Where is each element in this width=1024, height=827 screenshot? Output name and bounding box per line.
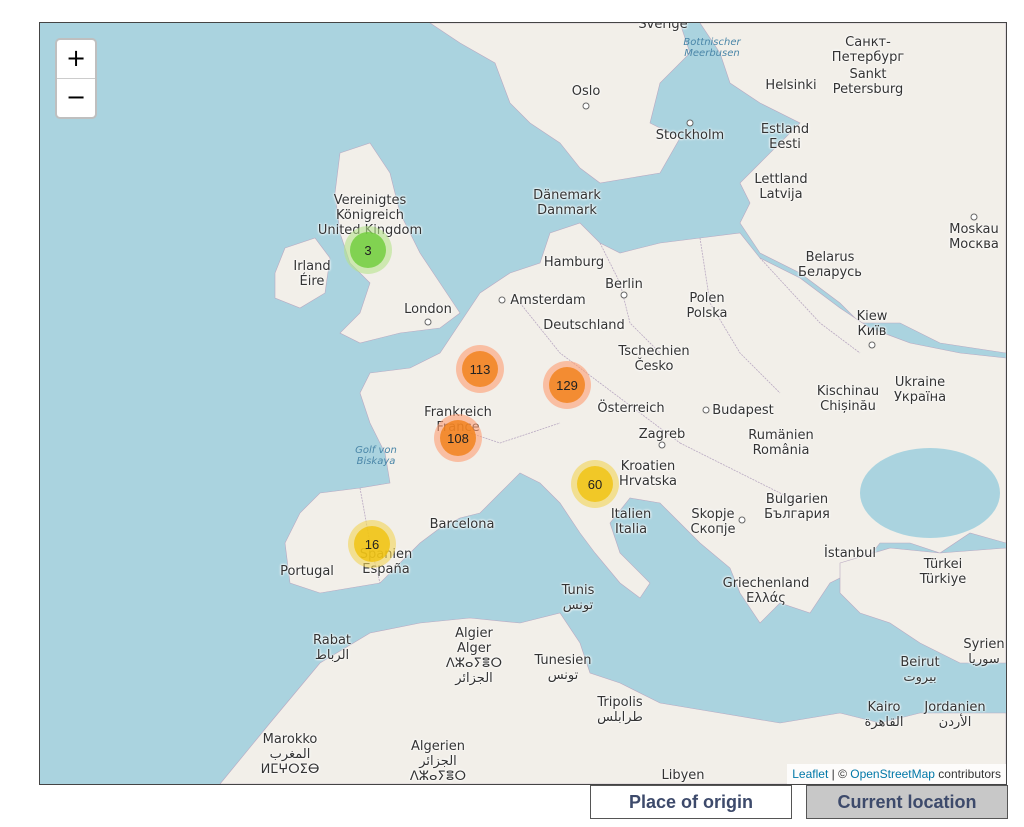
location-toggle: Place of origin Current location — [590, 785, 1008, 819]
current-location-button[interactable]: Current location — [806, 785, 1008, 819]
label-sankt-petersburg: Sankt Petersburg — [832, 67, 904, 97]
cluster-count: 60 — [577, 466, 613, 502]
label-budapest: Budapest — [712, 403, 774, 418]
label-sverige: Sverige — [638, 22, 688, 32]
cluster-count: 129 — [549, 367, 585, 403]
map-container[interactable]: + − Sverige Bottnischer Meerbusen Санкт-… — [39, 22, 1007, 785]
label-polen: Polen Polska — [686, 291, 728, 321]
label-barcelona: Barcelona — [429, 517, 495, 532]
label-rumanien: Rumänien România — [748, 428, 814, 458]
label-kiew: Kiew Київ — [856, 309, 888, 339]
cluster-marker-spain[interactable]: 16 — [348, 520, 396, 568]
openstreetmap-link[interactable]: OpenStreetMap — [850, 767, 935, 781]
place-of-origin-button[interactable]: Place of origin — [590, 785, 792, 819]
zoom-out-button[interactable]: − — [57, 79, 95, 117]
label-libyen: Libyen — [661, 768, 705, 783]
attribution-contributors: contributors — [934, 767, 1001, 781]
label-golf-von-biskaya: Golf von Biskaya — [355, 445, 397, 467]
city-dot — [738, 516, 746, 524]
cluster-count: 113 — [462, 351, 498, 387]
cluster-marker-france-center[interactable]: 108 — [434, 414, 482, 462]
zoom-control: + − — [55, 38, 97, 119]
label-italien: Italien Italia — [610, 507, 652, 537]
leaflet-link[interactable]: Leaflet — [792, 767, 828, 781]
label-syrien: Syrien سوريا — [963, 637, 1005, 667]
label-danemark: Dänemark Danmark — [533, 188, 601, 218]
map-attribution: Leaflet | © OpenStreetMap contributors — [787, 764, 1006, 784]
label-kairo: Kairo القاهرة — [864, 700, 904, 730]
label-bulgarien: Bulgarien България — [764, 492, 830, 522]
label-osterreich: Österreich — [597, 401, 665, 416]
attribution-separator: | © — [828, 767, 851, 781]
cluster-marker-uk[interactable]: 3 — [344, 226, 392, 274]
label-estland: Estland Eesti — [760, 122, 810, 152]
label-berlin: Berlin — [605, 277, 643, 292]
cluster-count: 108 — [440, 420, 476, 456]
cluster-marker-italy[interactable]: 60 — [571, 460, 619, 508]
label-beirut: Beirut بيروت — [900, 655, 940, 685]
label-ukraine: Ukraine Україна — [893, 375, 947, 405]
label-tunesien: Tunesien تونس — [534, 653, 592, 683]
city-dot — [582, 102, 590, 110]
label-stockholm: Stockholm — [655, 128, 725, 143]
label-algerien: Algerien الجزائر ⴷⵣⴰⵢⴻⵔ — [409, 739, 467, 784]
city-dot — [424, 318, 432, 326]
label-istanbul: İstanbul — [823, 546, 877, 561]
label-zagreb: Zagreb — [638, 427, 686, 442]
label-deutschland: Deutschland — [543, 318, 625, 333]
label-amsterdam: Amsterdam — [510, 293, 586, 308]
label-belarus: Belarus Беларусь — [798, 250, 862, 280]
label-hamburg: Hamburg — [543, 255, 605, 270]
label-marokko: Marokko المغرب ⵍⵎⵖⵔⵉⴱ — [260, 732, 320, 777]
zoom-in-button[interactable]: + — [57, 40, 95, 79]
label-skopje: Skopje Скопје — [690, 507, 736, 537]
label-turkei: Türkei Türkiye — [919, 557, 967, 587]
label-oslo: Oslo — [571, 84, 601, 99]
label-london: London — [404, 302, 452, 317]
label-sankt-petersburg-ru: Санкт- Петербург — [831, 35, 905, 65]
cluster-count: 3 — [350, 232, 386, 268]
label-kroatien: Kroatien Hrvatska — [619, 459, 677, 489]
cluster-marker-munich[interactable]: 129 — [543, 361, 591, 409]
city-dot — [620, 291, 628, 299]
city-dot — [498, 296, 506, 304]
label-irland: Irland Éire — [293, 259, 331, 289]
cluster-marker-paris[interactable]: 113 — [456, 345, 504, 393]
city-dot — [868, 341, 876, 349]
label-algier: Algier Alger ⴷⵣⴰⵢⴻⵔ الجزائر — [445, 626, 503, 686]
city-dot — [658, 441, 666, 449]
label-tunis: Tunis تونس — [561, 583, 595, 613]
label-helsinki: Helsinki — [765, 78, 817, 93]
label-griechenland: Griechenland Ελλάς — [722, 576, 810, 606]
cluster-count: 16 — [354, 526, 390, 562]
city-dot — [970, 213, 978, 221]
label-kischinau: Kischinau Chișinău — [816, 384, 880, 414]
label-tripolis: Tripolis طرابلس — [597, 695, 643, 725]
city-dot — [686, 119, 694, 127]
label-jordanien: Jordanien الأردن — [924, 700, 986, 730]
label-bottnischer: Bottnischer Meerbusen — [683, 37, 741, 59]
city-dot — [702, 406, 710, 414]
label-lettland: Lettland Latvija — [754, 172, 808, 202]
label-portugal: Portugal — [280, 564, 334, 579]
label-moskau: Moskau Москва — [949, 222, 999, 252]
label-tschechien: Tschechien Česko — [618, 344, 690, 374]
label-rabat: Rabat الرباط — [312, 633, 352, 663]
